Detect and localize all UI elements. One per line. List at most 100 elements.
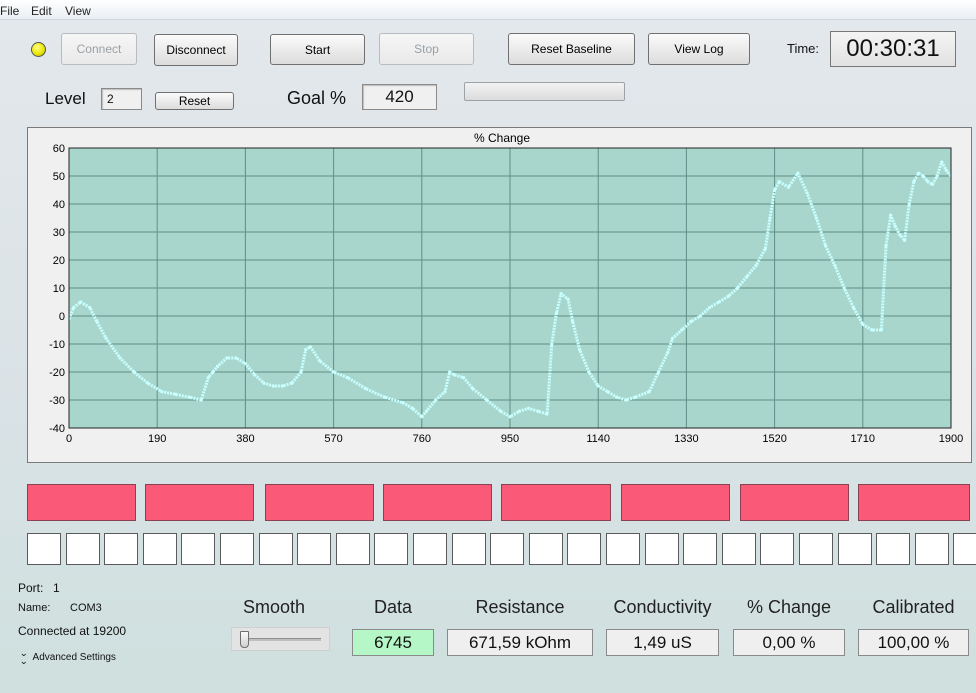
disconnect-button[interactable]: Disconnect [154, 34, 238, 66]
stop-button[interactable]: Stop [379, 33, 474, 65]
indicator-square [104, 533, 138, 565]
start-button[interactable]: Start [270, 34, 365, 65]
advanced-settings-toggle[interactable]: ⌄ ⌄ Advanced Settings [19, 648, 116, 666]
data-point [912, 180, 916, 184]
data-point [615, 395, 619, 399]
name-value: COM3 [70, 602, 102, 614]
data-point [814, 216, 818, 220]
data-point [485, 398, 489, 402]
indicator-square [143, 533, 177, 565]
menu-file[interactable]: File [0, 4, 19, 18]
data-point [726, 294, 730, 298]
pct-change-label: % Change [746, 597, 832, 617]
indicator-square [645, 533, 679, 565]
data-point [926, 180, 930, 184]
level-label: Level [45, 89, 86, 108]
data-point [824, 244, 828, 248]
data-point [146, 381, 150, 385]
menu-view[interactable]: View [65, 4, 91, 18]
data-point [318, 359, 322, 363]
menu-edit[interactable]: Edit [31, 4, 52, 18]
view-log-button[interactable]: View Log [648, 33, 750, 65]
indicator-square [876, 533, 910, 565]
data-point [717, 300, 721, 304]
x-tick-label: 1520 [762, 433, 786, 445]
data-point [199, 398, 203, 402]
data-point [420, 415, 424, 419]
connected-status-text: Connected at 19200 [18, 624, 127, 638]
level-input[interactable]: 2 [101, 88, 142, 110]
data-point [234, 356, 238, 360]
goal-value-field[interactable]: 420 [362, 84, 437, 110]
data-point [786, 185, 791, 189]
double-chevron-down-icon: ⌄ ⌄ [19, 648, 29, 666]
data-point [461, 376, 466, 380]
data-point [225, 356, 229, 360]
data-point [930, 182, 935, 186]
smooth-slider[interactable] [231, 627, 330, 651]
data-point [861, 322, 865, 326]
data-point [745, 275, 749, 279]
y-tick-label: 60 [53, 143, 65, 155]
indicator-square [259, 533, 293, 565]
connect-button[interactable]: Connect [61, 33, 137, 65]
y-tick-label: 10 [53, 283, 65, 295]
data-point [160, 390, 164, 394]
data-point [424, 409, 429, 413]
data-point [72, 306, 76, 310]
data-point [754, 264, 758, 268]
data-point [884, 244, 888, 248]
data-point [940, 160, 944, 164]
indicator-bar [858, 484, 970, 521]
chart-title: % Change [474, 131, 530, 145]
indicator-square [953, 533, 976, 565]
resistance-value-display: 671,59 kOhm [447, 629, 593, 656]
data-point [944, 168, 948, 172]
data-point [434, 398, 438, 402]
indicator-square [683, 533, 717, 565]
port-value: 1 [53, 581, 60, 595]
smooth-slider-thumb[interactable] [240, 631, 249, 648]
advanced-settings-label: Advanced Settings [32, 651, 116, 663]
data-point [253, 373, 257, 377]
data-point [290, 381, 294, 385]
data-point [596, 384, 600, 388]
data-point [773, 188, 777, 192]
x-tick-label: 1140 [586, 433, 610, 445]
time-label: Time: [787, 41, 820, 56]
smooth-slider-track [242, 638, 321, 641]
data-point [243, 362, 247, 366]
data-label: Data [373, 597, 413, 617]
data-point [304, 348, 308, 352]
data-point [554, 311, 559, 315]
data-point [401, 401, 405, 405]
data-point [647, 390, 651, 394]
level-reset-button[interactable]: Reset [155, 92, 234, 110]
data-point [921, 174, 925, 178]
indicator-square [606, 533, 640, 565]
indicator-bar [501, 484, 611, 521]
menu-bar: File Edit View [0, 0, 976, 20]
name-label: Name: [18, 602, 51, 614]
data-point [332, 370, 336, 374]
data-value-display: 6745 [352, 629, 434, 656]
data-point [935, 174, 939, 178]
data-point [308, 345, 312, 349]
indicator-square [760, 533, 794, 565]
data-point [893, 224, 897, 228]
data-point [118, 356, 122, 360]
x-tick-label: 0 [66, 433, 72, 445]
data-point [188, 395, 192, 399]
data-point [666, 350, 670, 354]
data-point [796, 171, 800, 175]
reset-baseline-button[interactable]: Reset Baseline [508, 33, 635, 65]
y-tick-label: 50 [53, 171, 65, 183]
data-point [364, 387, 368, 391]
data-point [633, 395, 637, 399]
data-point [499, 409, 503, 413]
data-point [206, 376, 210, 380]
data-point [410, 406, 415, 410]
indicator-square [838, 533, 872, 565]
data-point [870, 328, 874, 332]
data-point [174, 392, 178, 396]
